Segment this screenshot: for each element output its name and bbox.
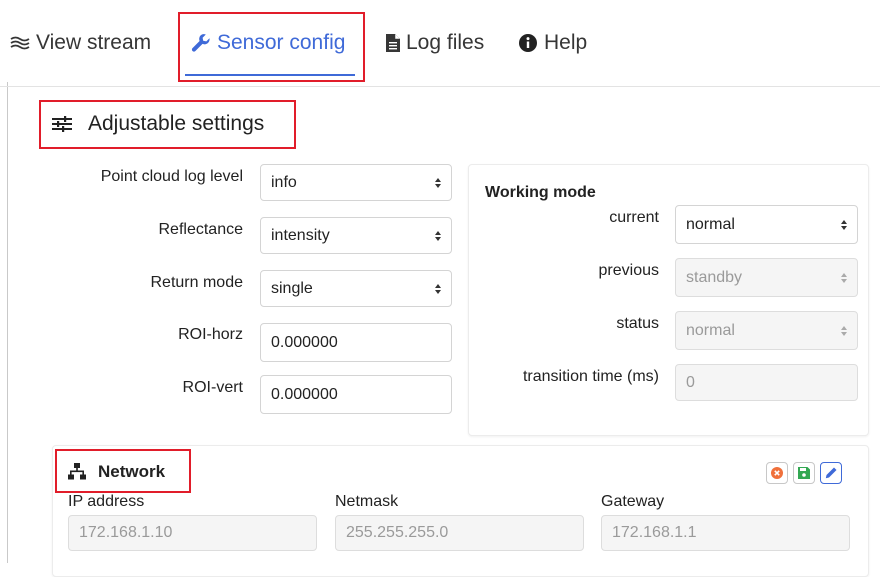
edit-button[interactable] xyxy=(820,462,842,484)
status-label: status xyxy=(616,315,659,332)
previous-mode-label: previous xyxy=(598,262,659,279)
tab-view-stream[interactable]: View stream xyxy=(10,0,151,86)
point-cloud-log-level-select[interactable]: info xyxy=(260,164,452,201)
cancel-icon xyxy=(771,467,783,479)
cancel-button[interactable] xyxy=(766,462,788,484)
reflectance-label: Reflectance xyxy=(158,221,244,238)
highlight-box-sensor-config xyxy=(178,12,365,82)
current-mode-select[interactable]: normal xyxy=(675,205,858,244)
select-arrows-icon xyxy=(435,283,441,294)
netmask-input: 255.255.255.0 xyxy=(335,515,584,551)
tab-label: View stream xyxy=(36,31,152,54)
stream-icon xyxy=(10,36,30,50)
roi-vert-label: ROI-vert xyxy=(182,379,243,396)
return-mode-select[interactable]: single xyxy=(260,270,452,307)
select-arrows-icon xyxy=(841,325,847,336)
current-mode-label: current xyxy=(609,209,659,226)
select-arrows-icon xyxy=(841,219,847,230)
gateway-input: 172.168.1.1 xyxy=(601,515,850,551)
file-icon xyxy=(386,34,400,52)
highlight-box-adjustable-settings xyxy=(39,100,296,149)
netmask-label: Netmask xyxy=(335,493,399,510)
roi-horz-input[interactable]: 0.000000 xyxy=(260,323,452,362)
point-cloud-log-level-label: Point cloud log level xyxy=(100,168,243,185)
highlight-box-network xyxy=(55,449,191,493)
reflectance-select[interactable]: intensity xyxy=(260,217,452,254)
left-border xyxy=(7,82,8,563)
ip-address-label: IP address xyxy=(68,493,145,510)
tab-label: Help xyxy=(544,31,588,54)
roi-vert-input[interactable]: 0.000000 xyxy=(260,375,452,414)
roi-horz-label: ROI-horz xyxy=(178,326,243,343)
tab-bar: View stream Sensor config Log files Help xyxy=(0,0,880,87)
select-arrows-icon xyxy=(435,230,441,241)
return-mode-label: Return mode xyxy=(150,274,244,291)
ip-address-input: 172.168.1.10 xyxy=(68,515,317,551)
gateway-label: Gateway xyxy=(601,493,665,510)
tab-log-files[interactable]: Log files xyxy=(386,0,484,86)
select-arrows-icon xyxy=(435,177,441,188)
previous-mode-select: standby xyxy=(675,258,858,297)
transition-time-label: transition time (ms) xyxy=(522,368,659,385)
status-select: normal xyxy=(675,311,858,350)
transition-time-input: 0 xyxy=(675,364,858,401)
tab-help[interactable]: Help xyxy=(518,0,587,86)
save-icon xyxy=(798,467,810,479)
pencil-icon xyxy=(825,467,837,479)
select-arrows-icon xyxy=(841,272,847,283)
save-button[interactable] xyxy=(793,462,815,484)
info-circle-icon xyxy=(518,33,538,53)
working-mode-title: Working mode xyxy=(485,184,596,201)
tab-label: Log files xyxy=(406,31,485,54)
